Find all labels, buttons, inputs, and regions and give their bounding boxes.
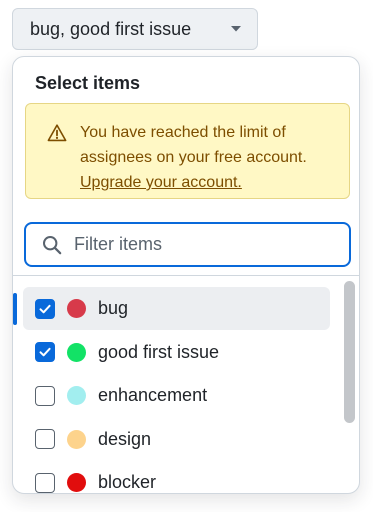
selected-labels-text: bug, good first issue — [30, 18, 192, 39]
list-item[interactable]: blocker — [23, 461, 330, 493]
label-color-dot — [67, 429, 86, 449]
divider — [13, 275, 359, 276]
check-icon — [39, 304, 51, 313]
banner-text: You have reached the limit of assignees … — [80, 120, 342, 195]
search-icon — [42, 235, 62, 255]
list-item[interactable]: design — [23, 418, 330, 461]
label-color-dot — [67, 473, 86, 492]
checkbox[interactable] — [35, 429, 55, 449]
item-label: design — [98, 428, 152, 449]
item-label: good first issue — [98, 341, 220, 362]
banner-message: You have reached the limit of assignees … — [80, 124, 307, 166]
list-scrollbar[interactable] — [344, 281, 355, 423]
checkbox[interactable] — [35, 385, 55, 406]
filter-field[interactable] — [24, 222, 351, 267]
item-label: bug — [98, 298, 129, 318]
limit-warning-banner: You have reached the limit of assignees … — [25, 103, 350, 199]
checkbox-checked[interactable] — [35, 298, 55, 319]
select-items-panel: Select items You have reached the limit … — [12, 56, 360, 494]
active-indicator — [13, 293, 17, 325]
list-item[interactable]: bug — [13, 287, 330, 330]
triangle-down-icon — [229, 22, 243, 36]
check-icon — [39, 347, 51, 357]
checkbox[interactable] — [35, 472, 55, 493]
panel-title: Select items — [35, 73, 141, 93]
label-color-dot — [67, 386, 86, 405]
list-item[interactable]: enhancement — [23, 374, 330, 417]
list-item[interactable]: good first issue — [23, 331, 330, 374]
upgrade-account-link[interactable]: Upgrade your account. — [80, 174, 242, 191]
checkbox-checked[interactable] — [35, 342, 55, 362]
item-label: enhancement — [98, 385, 208, 405]
label-color-dot — [67, 342, 86, 362]
item-label: blocker — [98, 472, 157, 492]
filter-items-input[interactable] — [74, 234, 349, 255]
label-color-dot — [67, 299, 86, 318]
alert-icon — [47, 123, 67, 143]
label-select-button[interactable]: bug, good first issue — [12, 8, 258, 50]
